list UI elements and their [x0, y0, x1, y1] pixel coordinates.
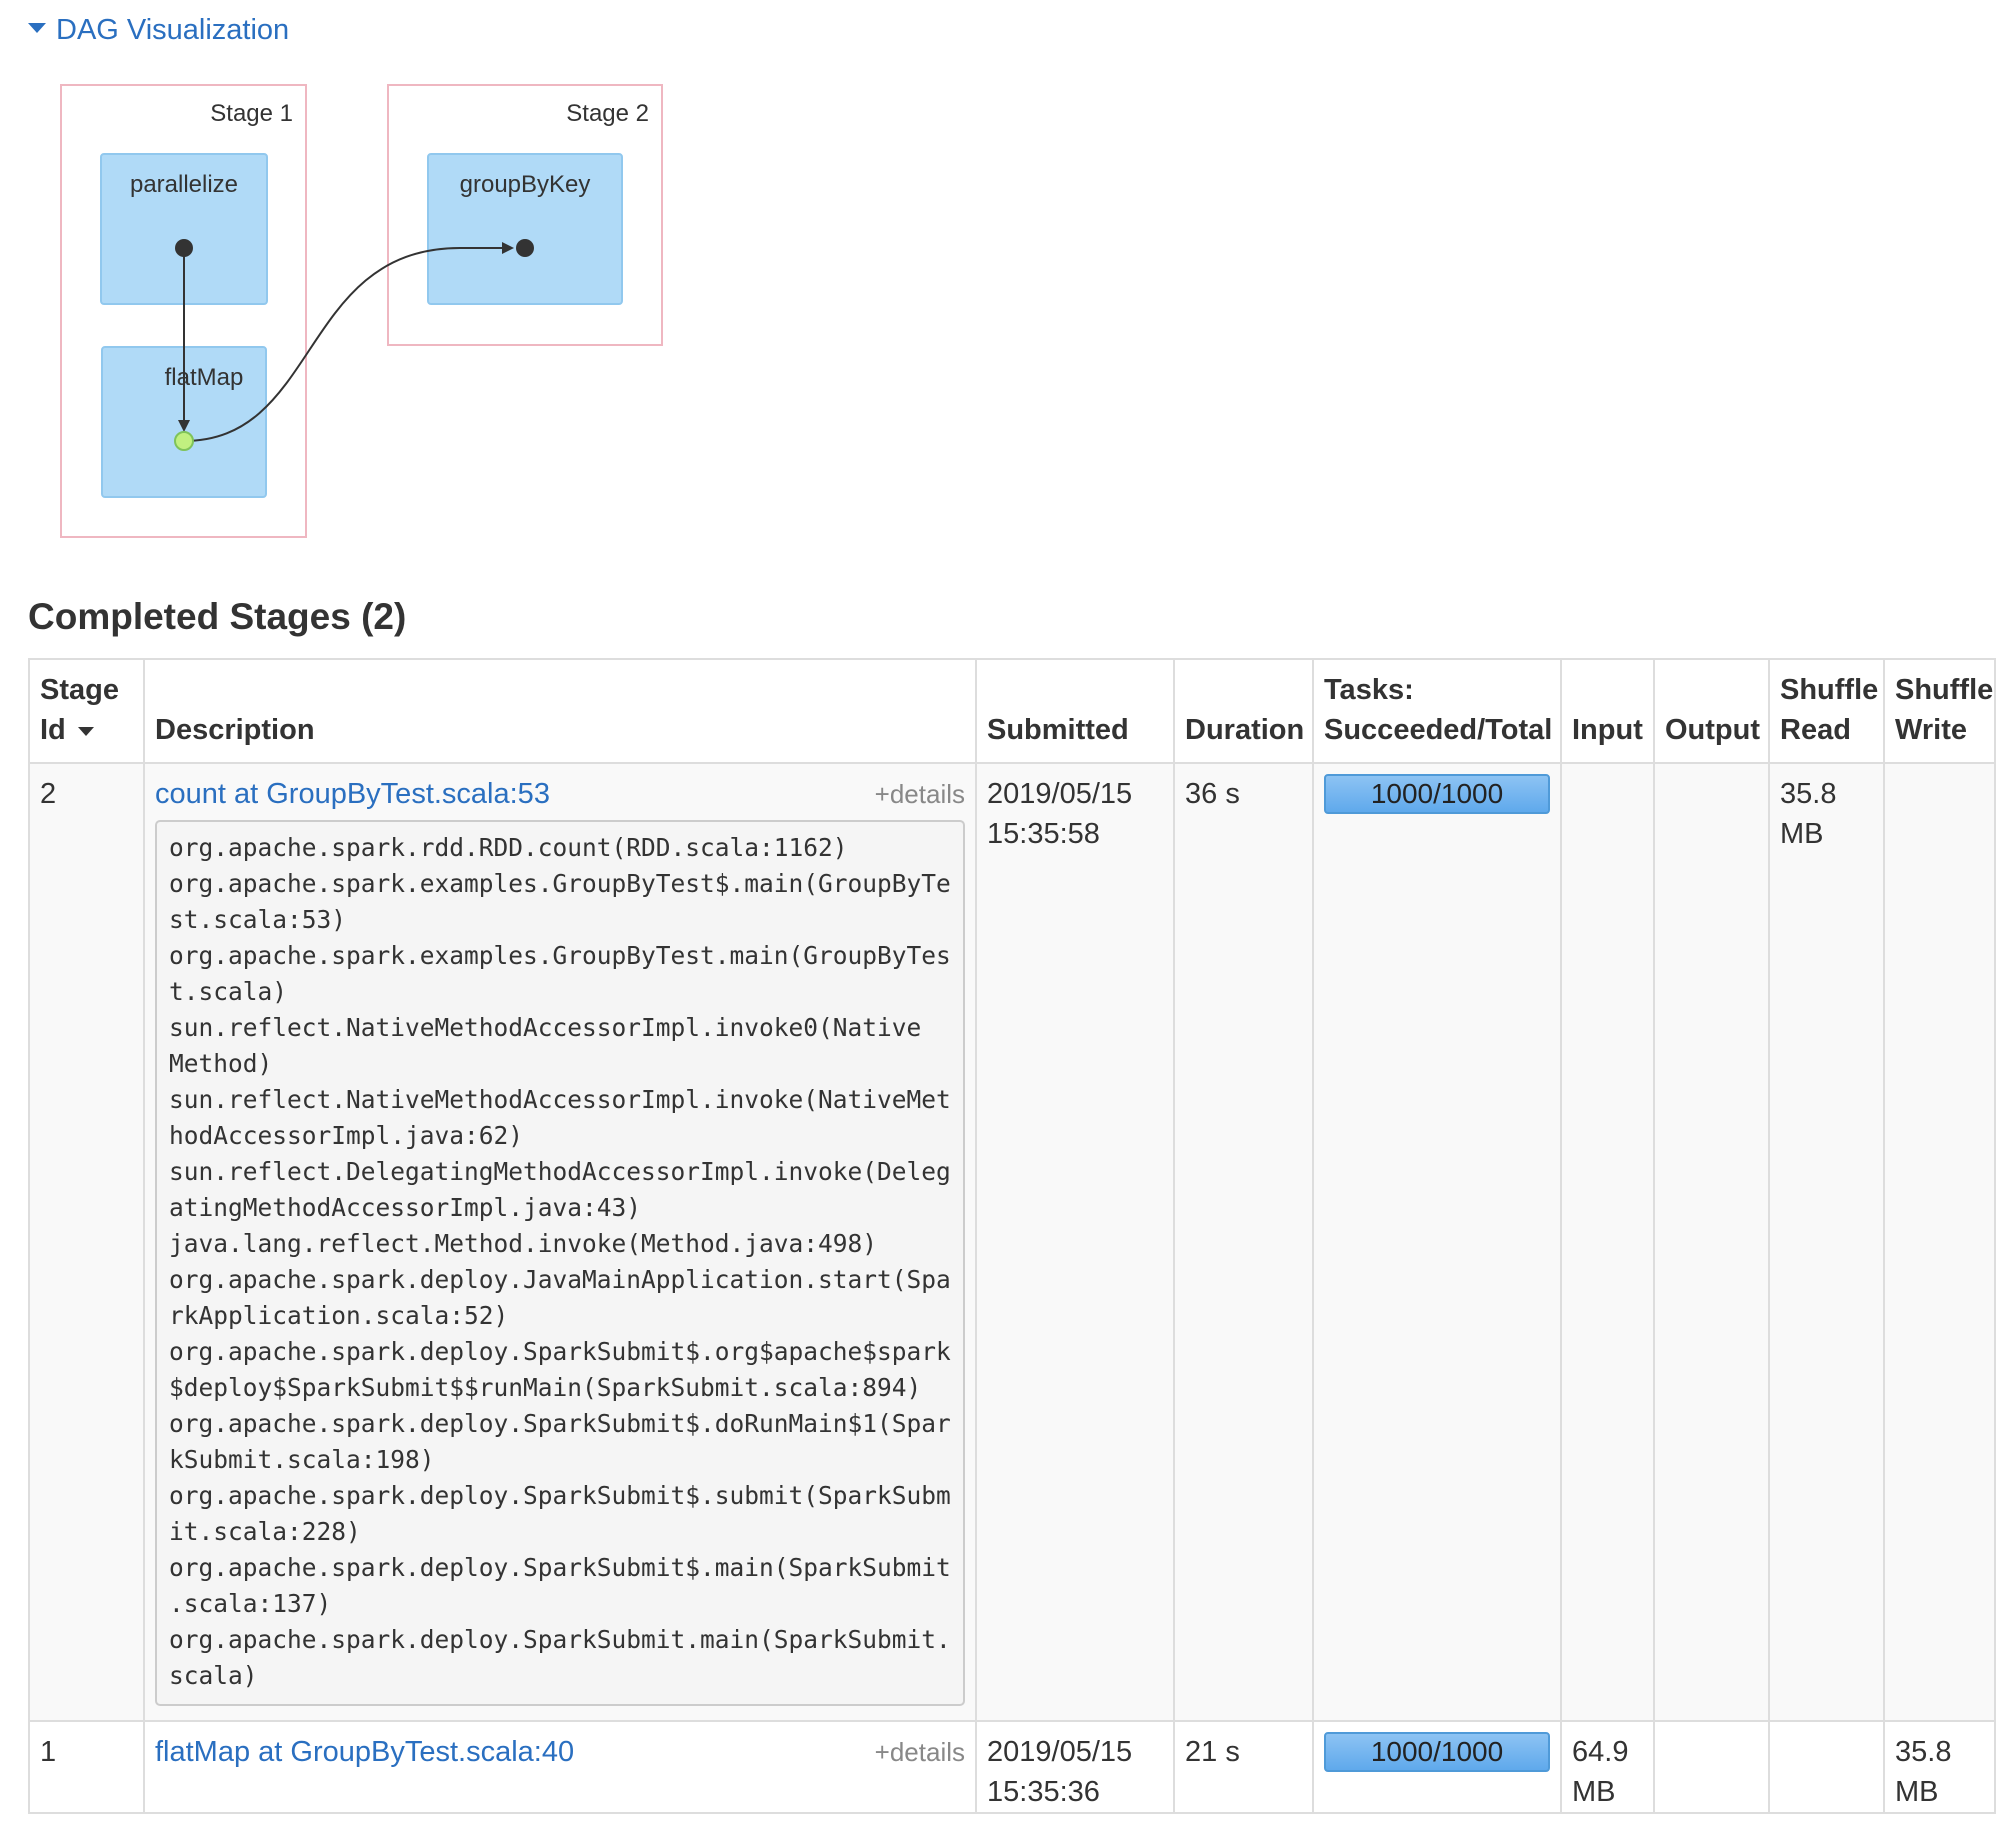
- header-text: Duration: [1185, 714, 1305, 746]
- dag-node-label: groupByKey: [459, 171, 591, 198]
- header-text: Shuffle: [1895, 674, 1994, 706]
- header-text: Read: [1780, 714, 1851, 746]
- cell-tasks: 1000/1000: [1312, 1720, 1562, 1814]
- tasks-progress-bar: 1000/1000: [1324, 774, 1550, 814]
- dag-node-flatmap[interactable]: flatMap: [101, 346, 267, 498]
- shuffle-read-unit: MB: [1780, 818, 1824, 850]
- cell-shuffle-read: 35.8 MB: [1768, 762, 1885, 1722]
- cell-duration: 21 s: [1173, 1720, 1314, 1814]
- description-header: flatMap at GroupByTest.scala:40 +details: [155, 1732, 965, 1772]
- header-text: Id: [40, 714, 66, 746]
- column-header-stage-id[interactable]: Stage Id: [28, 658, 145, 764]
- cell-description: count at GroupByTest.scala:53 +details o…: [143, 762, 977, 1722]
- header-text: Stage: [40, 674, 119, 706]
- cell-output: [1653, 762, 1770, 1722]
- caret-down-icon: [28, 23, 46, 34]
- dag-toggle-label: DAG Visualization: [56, 14, 290, 46]
- header-text: Submitted: [987, 714, 1129, 746]
- header-text: Description: [155, 714, 315, 746]
- dag-node-groupbykey[interactable]: groupByKey: [427, 153, 623, 305]
- column-header-description[interactable]: Description: [143, 658, 977, 764]
- input-value: 64.9: [1572, 1736, 1629, 1768]
- cell-description: flatMap at GroupByTest.scala:40 +details: [143, 1720, 977, 1814]
- completed-stages-title: Completed Stages (2): [28, 596, 407, 637]
- cell-duration: 36 s: [1173, 762, 1314, 1722]
- dag-node-label: parallelize: [129, 171, 239, 198]
- table-row: 1 flatMap at GroupByTest.scala:40 +detai…: [28, 1720, 1996, 1814]
- stage-cluster-label: Stage 2: [566, 100, 649, 127]
- cell-submitted: 2019/05/15 15:35:58: [975, 762, 1175, 1722]
- dag-node-label: flatMap: [164, 364, 244, 391]
- submitted-date: 2019/05/15: [987, 778, 1133, 810]
- cell-input: 64.9 MB: [1560, 1720, 1655, 1814]
- cell-shuffle-write: 35.8 MB: [1883, 1720, 1996, 1814]
- cell-tasks: 1000/1000: [1312, 762, 1562, 1722]
- submitted-time: 15:35:36: [987, 1776, 1100, 1808]
- cell-input: [1560, 762, 1655, 1722]
- shuffle-write-value: 35.8: [1895, 1736, 1952, 1768]
- shuffle-write-unit: MB: [1895, 1776, 1939, 1808]
- sort-descending-icon: [77, 726, 94, 736]
- column-header-submitted[interactable]: Submitted: [975, 658, 1175, 764]
- submitted-date: 2019/05/15: [987, 1736, 1133, 1768]
- table-header-row: Stage Id Description Submitted Duration T…: [28, 658, 1996, 764]
- stage-description-link[interactable]: flatMap at GroupByTest.scala:40: [155, 1732, 574, 1772]
- header-text: Input: [1572, 714, 1643, 746]
- tasks-progress-bar: 1000/1000: [1324, 1732, 1550, 1772]
- column-header-shuffle-read[interactable]: Shuffle Read: [1768, 658, 1885, 764]
- shuffle-read-value: 35.8: [1780, 778, 1837, 810]
- completed-stages-table: Stage Id Description Submitted Duration T…: [28, 658, 1996, 1814]
- cell-shuffle-read: [1768, 1720, 1885, 1814]
- header-text: Shuffle: [1780, 674, 1879, 706]
- stage-description-link[interactable]: count at GroupByTest.scala:53: [155, 774, 550, 814]
- stage-page: DAG Visualization Stage 1 Stage 2 parall…: [0, 0, 2012, 1828]
- cell-output: [1653, 1720, 1770, 1814]
- column-header-duration[interactable]: Duration: [1173, 658, 1314, 764]
- header-text: Tasks:: [1324, 674, 1414, 706]
- cell-stage-id: 2: [28, 762, 145, 1722]
- stack-trace: org.apache.spark.rdd.RDD.count(RDD.scala…: [155, 820, 965, 1706]
- header-text: Output: [1665, 714, 1761, 746]
- description-header: count at GroupByTest.scala:53 +details: [155, 774, 965, 814]
- header-text: Write: [1895, 714, 1967, 746]
- table-row: 2 count at GroupByTest.scala:53 +details…: [28, 762, 1996, 1722]
- cell-stage-id: 1: [28, 1720, 145, 1814]
- column-header-shuffle-write[interactable]: Shuffle Write: [1883, 658, 1996, 764]
- dag-visualization-toggle[interactable]: DAG Visualization: [28, 14, 289, 47]
- header-text: Succeeded/Total: [1324, 714, 1553, 746]
- column-header-output[interactable]: Output: [1653, 658, 1770, 764]
- submitted-time: 15:35:58: [987, 818, 1100, 850]
- input-unit: MB: [1572, 1776, 1616, 1808]
- column-header-input[interactable]: Input: [1560, 658, 1655, 764]
- details-toggle[interactable]: +details: [875, 774, 965, 814]
- cell-shuffle-write: [1883, 762, 1996, 1722]
- stage-cluster-label: Stage 1: [210, 100, 293, 127]
- cell-submitted: 2019/05/15 15:35:36: [975, 1720, 1175, 1814]
- details-toggle[interactable]: +details: [875, 1732, 965, 1772]
- dag-node-parallelize[interactable]: parallelize: [100, 153, 268, 305]
- column-header-tasks[interactable]: Tasks: Succeeded/Total: [1312, 658, 1562, 764]
